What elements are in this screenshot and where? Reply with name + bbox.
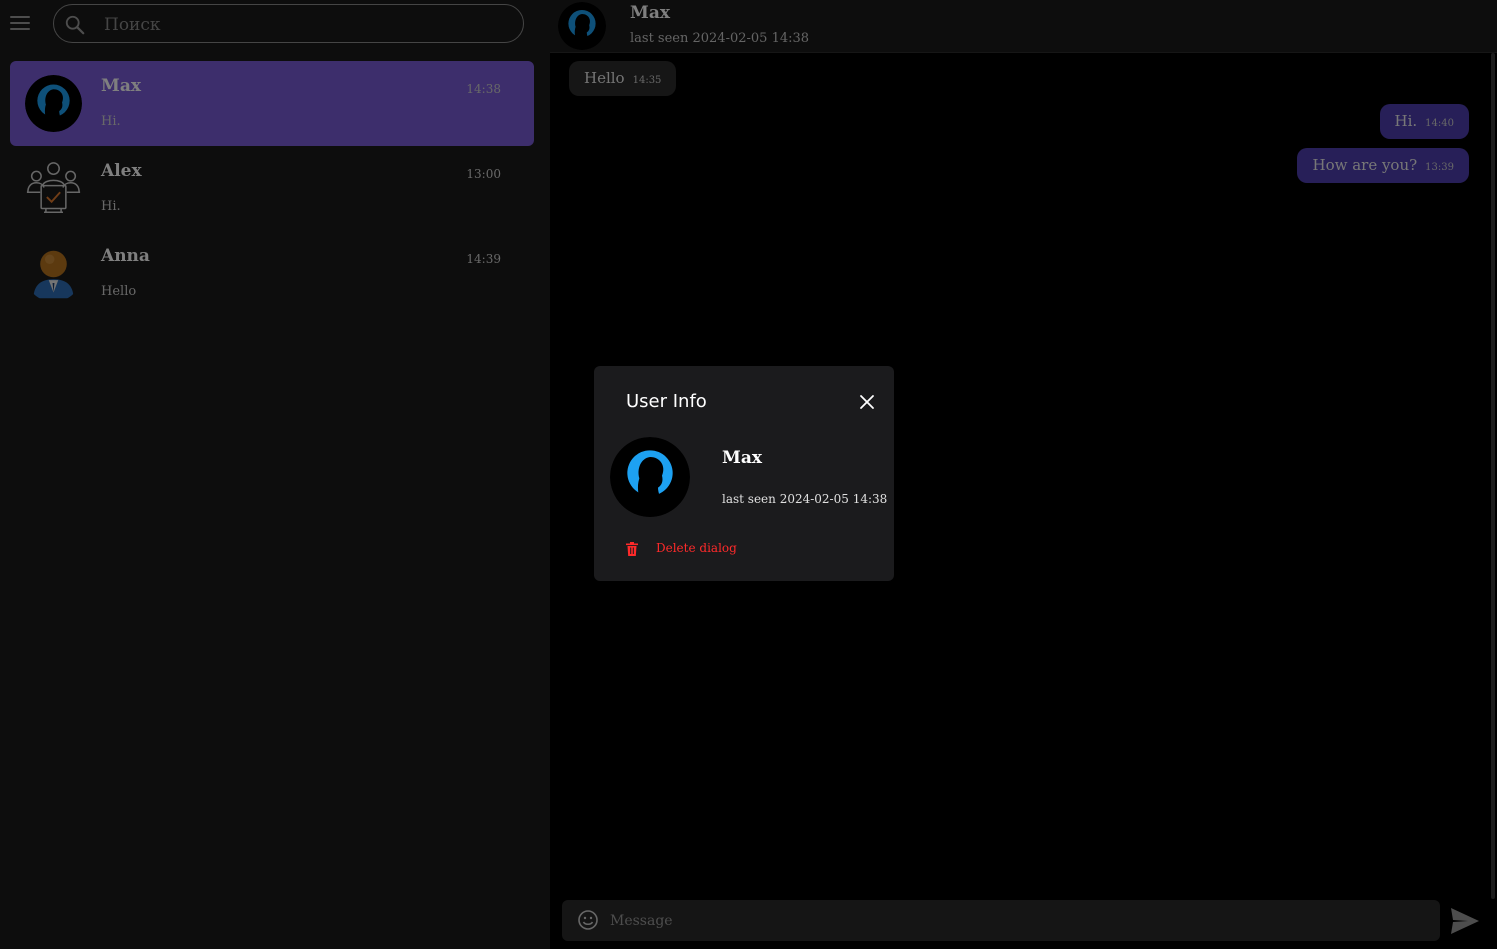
trash-icon — [626, 542, 638, 556]
messenger-app: Max 14:38 Hi. — [0, 0, 1497, 949]
silhouette-avatar-icon — [610, 437, 690, 517]
modal-contact-name: Max — [722, 448, 762, 468]
close-icon[interactable] — [857, 392, 877, 412]
modal-title: User Info — [626, 391, 707, 412]
modal-last-seen: last seen 2024-02-05 14:38 — [722, 492, 888, 506]
user-info-modal: User Info Max last seen 2024-02-05 14:38… — [594, 366, 894, 581]
delete-dialog-label: Delete dialog — [656, 541, 737, 555]
